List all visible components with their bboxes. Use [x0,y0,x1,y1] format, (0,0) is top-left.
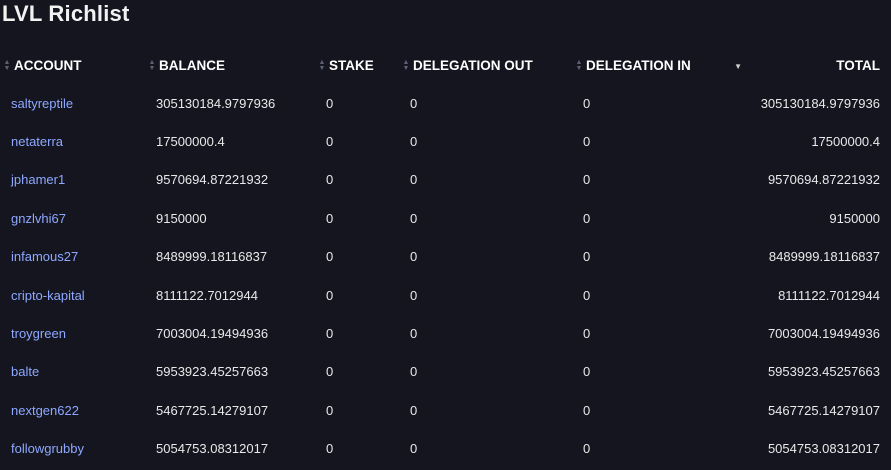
account-link[interactable]: saltyreptile [0,84,145,122]
delegation-out-cell: 0 [410,134,418,150]
sort-both-icon: ▲ ▼ [3,58,11,72]
delegation-out-cell: 0 [410,172,418,188]
balance-cell: 8111122.7012944 [156,287,258,303]
total-cell: 8111122.7012944 [778,287,880,303]
table-row: jphamer1 9570694.87221932 0 0 0 9570694.87221… [0,161,888,199]
total-cell: 5467725.14279107 [767,402,880,418]
total-cell: 305130184.9797936 [760,95,880,111]
table-row: balte 5953923.45257663 0 0 0 5953923.45257663 [0,353,888,391]
table-row: followgrubby 5054753.08312017 0 0 0 5054753.0… [0,430,888,468]
delegation-in-cell: 0 [583,210,591,226]
column-header-delegation-in[interactable]: ▲ ▼ DELEGATION IN ▼ [572,46,746,84]
table-header-row: ▲ ▼ ACCOUNT ▲ ▼ BALANCE ▲ ▼ STAKE ▲ ▼ DELEGATION… [0,46,888,84]
delegation-out-cell: 0 [410,95,418,111]
column-header-delegation-out[interactable]: ▲ ▼ DELEGATION OUT [399,46,572,84]
richlist-page: LVL Richlist ▲ ▼ ACCOUNT ▲ ▼ BALANCE ▲ ▼ STAKE… [0,0,891,470]
account-link[interactable]: jphamer1 [0,161,145,199]
delegation-in-cell: 0 [583,364,591,380]
total-cell: 17500000.4 [811,134,880,150]
stake-cell: 0 [326,364,334,380]
stake-cell: 0 [326,172,334,188]
balance-cell: 5467725.14279107 [156,402,269,418]
balance-cell: 5054753.08312017 [156,441,269,457]
account-link[interactable]: gnzlvhi67 [0,199,145,237]
account-link[interactable]: troygreen [0,314,145,352]
balance-cell: 5953923.45257663 [156,364,269,380]
delegation-out-cell: 0 [410,287,418,303]
sort-descending-icon: ▼ [734,62,742,71]
table-body: saltyreptile 305130184.9797936 0 0 0 30513018… [0,84,888,468]
delegation-in-cell: 0 [583,287,591,303]
balance-cell: 7003004.19494936 [156,326,269,342]
column-header-stake[interactable]: ▲ ▼ STAKE [315,46,399,84]
balance-cell: 305130184.9797936 [156,95,276,111]
stake-cell: 0 [326,326,334,342]
sort-both-icon: ▲ ▼ [148,58,156,72]
table-row: netaterra 17500000.4 0 0 0 17500000.4 [0,122,888,160]
account-link[interactable]: cripto-kapital [0,276,145,314]
stake-cell: 0 [326,210,334,226]
delegation-in-cell: 0 [583,402,591,418]
stake-cell: 0 [326,249,334,265]
page-title: LVL Richlist [2,1,130,26]
sort-both-icon: ▲ ▼ [318,58,326,72]
total-cell: 9150000 [829,210,880,226]
table-row: troygreen 7003004.19494936 0 0 0 7003004.1949… [0,314,888,352]
delegation-in-cell: 0 [583,134,591,150]
delegation-in-cell: 0 [583,172,591,188]
delegation-out-cell: 0 [410,326,418,342]
table-row: gnzlvhi67 9150000 0 0 0 9150000 [0,199,888,237]
account-link[interactable]: balte [0,353,145,391]
table-row: nextgen622 5467725.14279107 0 0 0 5467725.142… [0,391,888,429]
account-link[interactable]: followgrubby [0,430,145,468]
delegation-in-cell: 0 [583,326,591,342]
balance-cell: 8489999.18116837 [156,249,268,265]
stake-cell: 0 [326,441,334,457]
total-cell: 5953923.45257663 [767,364,880,380]
table-row: saltyreptile 305130184.9797936 0 0 0 30513018… [0,84,888,122]
delegation-out-cell: 0 [410,210,418,226]
stake-cell: 0 [326,95,334,111]
richlist-table: ▲ ▼ ACCOUNT ▲ ▼ BALANCE ▲ ▼ STAKE ▲ ▼ DELEGATION… [0,46,888,468]
account-link[interactable]: infamous27 [0,238,145,276]
delegation-out-cell: 0 [410,249,418,265]
account-link[interactable]: nextgen622 [0,391,145,429]
delegation-in-cell: 0 [583,249,591,265]
balance-cell: 17500000.4 [156,134,225,150]
balance-cell: 9150000 [156,210,207,226]
stake-cell: 0 [326,402,334,418]
total-cell: 5054753.08312017 [767,441,880,457]
stake-cell: 0 [326,134,334,150]
column-header-balance[interactable]: ▲ ▼ BALANCE [145,46,315,84]
delegation-out-cell: 0 [410,441,418,457]
account-link[interactable]: netaterra [0,122,145,160]
column-header-total[interactable]: TOTAL [746,46,888,84]
table-row: infamous27 8489999.18116837 0 0 0 8489999.181… [0,238,888,276]
delegation-in-cell: 0 [583,95,591,111]
sort-both-icon: ▲ ▼ [402,58,410,72]
column-header-account[interactable]: ▲ ▼ ACCOUNT [0,46,145,84]
stake-cell: 0 [326,287,334,303]
total-cell: 9570694.87221932 [767,172,880,188]
delegation-in-cell: 0 [583,441,591,457]
total-cell: 7003004.19494936 [767,326,880,342]
delegation-out-cell: 0 [410,364,418,380]
total-cell: 8489999.18116837 [768,249,880,265]
delegation-out-cell: 0 [410,402,418,418]
balance-cell: 9570694.87221932 [156,172,269,188]
table-row: cripto-kapital 8111122.7012944 0 0 0 8111122.… [0,276,888,314]
sort-both-icon: ▲ ▼ [575,58,583,72]
